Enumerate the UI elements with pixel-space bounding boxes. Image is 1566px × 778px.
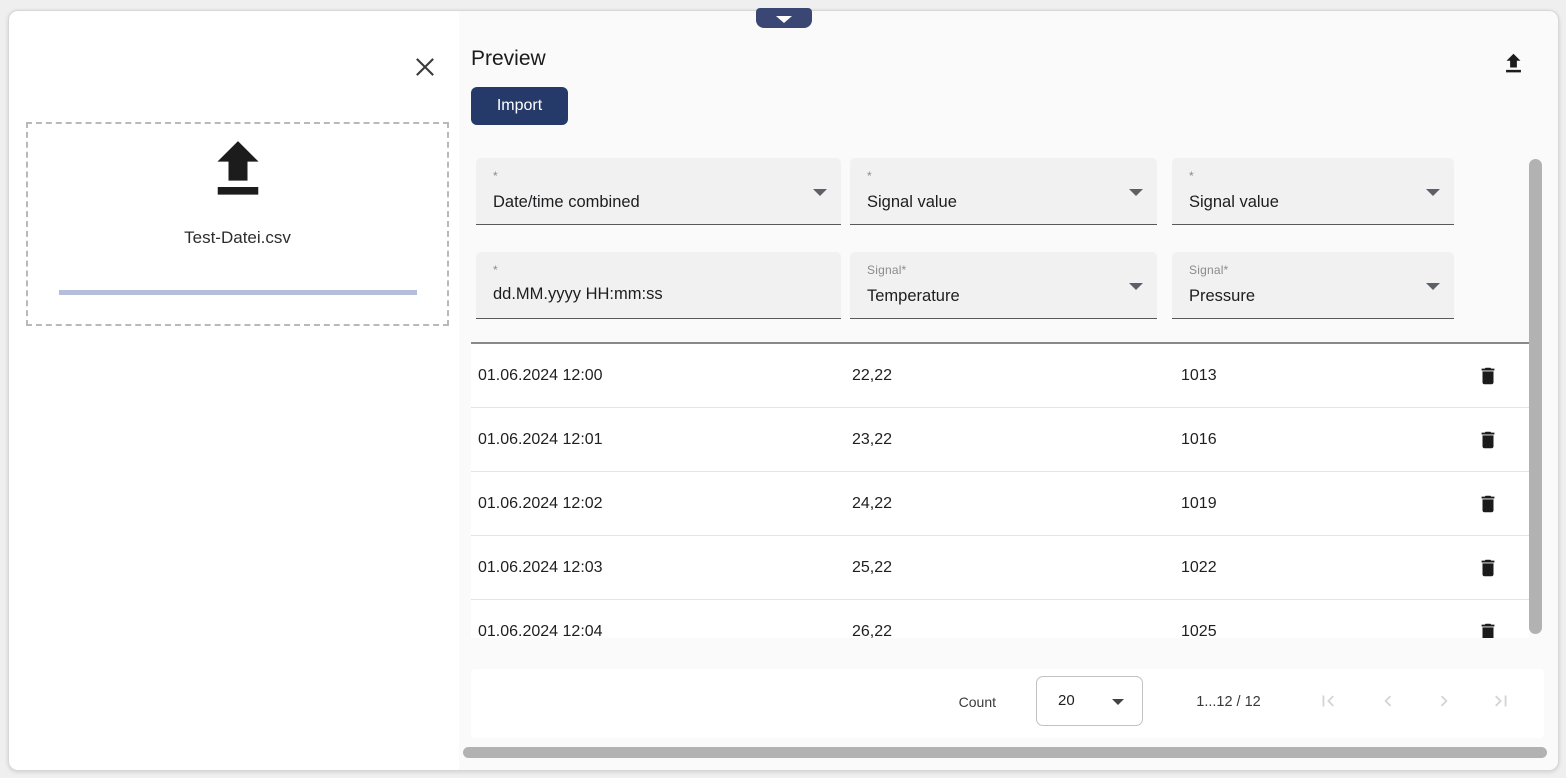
table-row: 01.06.2024 12:04 26,22 1025 bbox=[471, 600, 1529, 638]
delete-row-button[interactable] bbox=[1471, 615, 1505, 639]
first-page-icon bbox=[1317, 690, 1339, 712]
upload-icon bbox=[1500, 50, 1527, 77]
trash-icon bbox=[1477, 621, 1499, 639]
page-size-select[interactable]: 20 bbox=[1036, 676, 1143, 726]
previous-page-button[interactable] bbox=[1368, 681, 1408, 721]
upload-progress-bar bbox=[59, 290, 417, 295]
delete-row-button[interactable] bbox=[1471, 423, 1505, 457]
field-value: Signal value bbox=[1189, 193, 1279, 212]
next-page-icon bbox=[1433, 690, 1455, 712]
select-column1-type[interactable]: * Date/time combined bbox=[476, 158, 841, 225]
field-value: Temperature bbox=[867, 287, 960, 306]
table-row: 01.06.2024 12:03 25,22 1022 bbox=[471, 536, 1529, 600]
import-button[interactable]: Import bbox=[471, 87, 568, 125]
cell-datetime: 01.06.2024 12:01 bbox=[478, 431, 603, 449]
preview-panel: Preview Import * Date/time combined * Si… bbox=[459, 11, 1558, 770]
select-column2-signal[interactable]: Signal* Temperature bbox=[850, 252, 1157, 319]
chevron-down-icon bbox=[1426, 283, 1440, 290]
field-label: * bbox=[493, 169, 498, 183]
cell-temperature: 22,22 bbox=[852, 367, 892, 385]
chevron-down-icon bbox=[1112, 699, 1124, 705]
horizontal-scrollbar[interactable] bbox=[463, 747, 1547, 758]
chevron-down-icon bbox=[776, 16, 792, 23]
cell-pressure: 1022 bbox=[1181, 559, 1217, 577]
cell-datetime: 01.06.2024 12:04 bbox=[478, 623, 603, 639]
cell-temperature: 24,22 bbox=[852, 495, 892, 513]
select-column3-type[interactable]: * Signal value bbox=[1172, 158, 1454, 225]
field-label: * bbox=[867, 169, 872, 183]
trash-icon bbox=[1477, 365, 1499, 387]
last-page-icon bbox=[1490, 690, 1512, 712]
field-label: * bbox=[493, 263, 498, 277]
cell-pressure: 1013 bbox=[1181, 367, 1217, 385]
date-format-input[interactable] bbox=[493, 285, 827, 304]
last-page-button[interactable] bbox=[1481, 681, 1521, 721]
cell-temperature: 23,22 bbox=[852, 431, 892, 449]
select-column2-type[interactable]: * Signal value bbox=[850, 158, 1157, 225]
cell-pressure: 1019 bbox=[1181, 495, 1217, 513]
field-label: Signal* bbox=[1189, 263, 1228, 277]
delete-row-button[interactable] bbox=[1471, 487, 1505, 521]
vertical-scrollbar[interactable] bbox=[1529, 159, 1542, 634]
chevron-down-icon bbox=[1129, 189, 1143, 196]
select-column3-signal[interactable]: Signal* Pressure bbox=[1172, 252, 1454, 319]
table-row: 01.06.2024 12:02 24,22 1019 bbox=[471, 472, 1529, 536]
cell-datetime: 01.06.2024 12:00 bbox=[478, 367, 603, 385]
page-title: Preview bbox=[471, 47, 546, 71]
field-label: Signal* bbox=[867, 263, 906, 277]
field-value: Date/time combined bbox=[493, 193, 640, 212]
count-label: Count bbox=[936, 694, 996, 710]
page-range-label: 1...12 / 12 bbox=[1171, 694, 1286, 710]
next-page-button[interactable] bbox=[1424, 681, 1464, 721]
field-value: Pressure bbox=[1189, 287, 1255, 306]
upload-panel: Test-Datei.csv bbox=[9, 11, 460, 770]
cell-pressure: 1025 bbox=[1181, 623, 1217, 639]
cell-temperature: 25,22 bbox=[852, 559, 892, 577]
collapse-panel-tab[interactable] bbox=[756, 8, 812, 28]
previous-page-icon bbox=[1377, 690, 1399, 712]
close-button[interactable] bbox=[401, 43, 449, 91]
cell-datetime: 01.06.2024 12:02 bbox=[478, 495, 603, 513]
close-icon bbox=[411, 53, 439, 81]
csv-import-dialog: Test-Datei.csv Preview Import * Date/tim… bbox=[8, 10, 1559, 771]
paginator: Count 20 1...12 / 12 bbox=[471, 669, 1544, 738]
date-format-field: * bbox=[476, 252, 841, 319]
chevron-down-icon bbox=[813, 189, 827, 196]
chevron-down-icon bbox=[1426, 189, 1440, 196]
table-row: 01.06.2024 12:01 23,22 1016 bbox=[471, 408, 1529, 472]
upload-file-button[interactable] bbox=[1491, 41, 1535, 85]
chevron-down-icon bbox=[1129, 283, 1143, 290]
page-size-value: 20 bbox=[1058, 692, 1075, 709]
delete-row-button[interactable] bbox=[1471, 359, 1505, 393]
cell-temperature: 26,22 bbox=[852, 623, 892, 639]
field-value: Signal value bbox=[867, 193, 957, 212]
trash-icon bbox=[1477, 493, 1499, 515]
cell-datetime: 01.06.2024 12:03 bbox=[478, 559, 603, 577]
file-dropzone[interactable]: Test-Datei.csv bbox=[26, 122, 449, 326]
delete-row-button[interactable] bbox=[1471, 551, 1505, 585]
file-name: Test-Datei.csv bbox=[28, 228, 447, 248]
table-row: 01.06.2024 12:00 22,22 1013 bbox=[471, 344, 1529, 408]
trash-icon bbox=[1477, 429, 1499, 451]
trash-icon bbox=[1477, 557, 1499, 579]
upload-icon bbox=[28, 130, 447, 206]
preview-table: 01.06.2024 12:00 22,22 1013 01.06.2024 1… bbox=[471, 342, 1529, 638]
field-label: * bbox=[1189, 169, 1194, 183]
cell-pressure: 1016 bbox=[1181, 431, 1217, 449]
first-page-button[interactable] bbox=[1308, 681, 1348, 721]
